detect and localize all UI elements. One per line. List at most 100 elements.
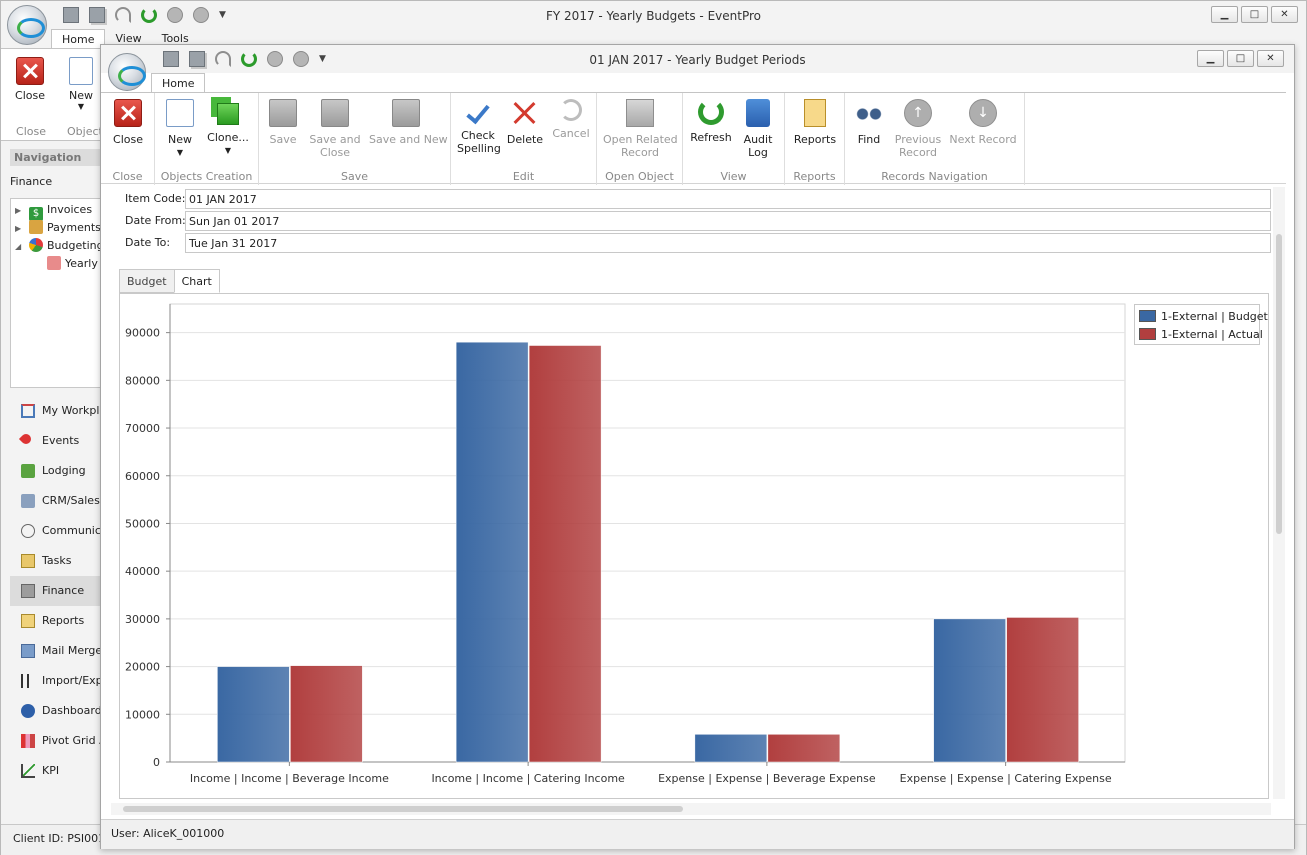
new-button[interactable]: New ▼: [163, 99, 197, 159]
nav-item-events[interactable]: Events: [10, 426, 101, 456]
navigation-header: Navigation: [10, 149, 101, 166]
legend-label-budget: 1-External | Budget: [1161, 310, 1268, 323]
chart-legend: 1-External | Budget 1-External | Actual: [1134, 304, 1268, 345]
tree-item-payments[interactable]: ▶ Payments: [15, 219, 100, 238]
legend-swatch-budget: [1139, 310, 1156, 322]
nav-item-dashboards[interactable]: Dashboards: [10, 696, 101, 726]
tab-home[interactable]: Home: [51, 29, 106, 49]
tab-chart[interactable]: Chart: [173, 269, 220, 293]
save-and-close-button[interactable]: Save and Close: [309, 99, 361, 159]
nav-item-pivot-grid[interactable]: Pivot Grid Analysis: [10, 726, 101, 756]
nav-item-import-export[interactable]: Import/Export: [10, 666, 101, 696]
tree-item-budgeting[interactable]: ◢ Budgeting: [15, 237, 100, 256]
collapse-arrow-icon[interactable]: ◢: [15, 238, 23, 256]
save-and-close-label-line2: Close: [320, 146, 350, 159]
previous-record-label-line1: Previous: [894, 133, 942, 146]
open-related-label-line2: Record: [620, 146, 659, 159]
refresh-button-label: Refresh: [690, 131, 732, 144]
horizontal-scroll-thumb[interactable]: [123, 806, 683, 812]
date-to-field[interactable]: Tue Jan 31 2017: [185, 233, 1271, 253]
legend-swatch-actual: [1139, 328, 1156, 340]
find-button[interactable]: Find: [853, 99, 885, 146]
tree-item-invoices[interactable]: ▶ $ Invoices: [15, 201, 93, 221]
nav-item-label: Reports: [42, 614, 85, 627]
tasks-icon: [21, 554, 35, 568]
child-titlebar: ▼ 01 JAN 2017 - Yearly Budget Periods ▁ …: [101, 45, 1294, 91]
nav-item-mail-merge[interactable]: Mail Merge: [10, 636, 101, 666]
refresh-button[interactable]: Refresh: [689, 99, 733, 144]
horizontal-scrollbar[interactable]: [111, 803, 1271, 815]
child-app-orb-icon[interactable]: [108, 53, 146, 91]
item-code-field[interactable]: 01 JAN 2017: [185, 189, 1271, 209]
delete-button[interactable]: Delete: [505, 99, 545, 146]
vertical-scrollbar[interactable]: [1273, 187, 1285, 799]
pie-chart-icon: [29, 238, 43, 252]
close-button[interactable]: Close: [111, 99, 145, 146]
bed-icon: [21, 464, 35, 478]
audit-log-icon: [746, 99, 770, 127]
audit-log-button[interactable]: Audit Log: [741, 99, 775, 159]
cancel-button-label: Cancel: [552, 127, 590, 140]
vertical-scroll-thumb[interactable]: [1276, 234, 1282, 534]
nav-item-crm-sales[interactable]: CRM/Sales: [10, 486, 101, 516]
y-tick-label: 30000: [125, 613, 160, 626]
date-from-field[interactable]: Sun Jan 01 2017: [185, 211, 1271, 231]
cancel-button[interactable]: Cancel: [551, 99, 591, 140]
check-spelling-label-line2: Spelling: [457, 142, 501, 155]
tab-budget[interactable]: Budget: [119, 269, 175, 293]
tree-item-yearly[interactable]: Yearly: [41, 255, 98, 273]
child-ribbon: Close Close New ▼ Clone... ▼ Objects Cre…: [101, 92, 1286, 185]
reports-button[interactable]: Reports: [793, 99, 837, 146]
next-record-button[interactable]: ↓ Next Record: [949, 99, 1017, 146]
app-menu-orb-icon[interactable]: [7, 5, 47, 45]
x-tick-label: Income | Income | Catering Income: [431, 772, 625, 785]
nav-item-tasks[interactable]: Tasks: [10, 546, 101, 576]
main-window-controls: ▁ □ ✕: [1211, 6, 1298, 23]
ribbon-group-edit: Check Spelling Delete Cancel Edit: [451, 93, 597, 185]
child-window-controls: ▁ □ ✕: [1197, 50, 1284, 67]
child-close-window-button[interactable]: ✕: [1257, 50, 1284, 67]
nav-item-communications[interactable]: Communications: [10, 516, 101, 546]
kpi-icon: [21, 764, 35, 778]
main-new-button[interactable]: New ▼: [65, 57, 97, 111]
child-minimize-button[interactable]: ▁: [1197, 50, 1224, 67]
cancel-undo-icon: [560, 99, 582, 121]
main-close-button[interactable]: Close: [13, 57, 47, 102]
group-label-view: View: [720, 170, 747, 183]
ribbon-group-objects-creation: New ▼ Clone... ▼ Objects Creation: [155, 93, 259, 185]
chevron-down-icon: ▼: [176, 148, 184, 157]
nav-item-label: Tasks: [42, 554, 72, 567]
clone-button[interactable]: Clone... ▼: [207, 99, 249, 157]
maximize-button[interactable]: □: [1241, 6, 1268, 23]
y-tick-label: 10000: [125, 708, 160, 721]
child-maximize-button[interactable]: □: [1227, 50, 1254, 67]
nav-item-finance[interactable]: Finance: [10, 576, 101, 606]
nav-item-kpi[interactable]: KPI: [10, 756, 101, 786]
child-tab-home[interactable]: Home: [151, 73, 206, 93]
bar-budget: [455, 341, 529, 763]
close-window-button[interactable]: ✕: [1271, 6, 1298, 23]
x-tick-label: Expense | Expense | Catering Expense: [900, 772, 1112, 785]
nav-item-reports[interactable]: Reports: [10, 606, 101, 636]
save-button[interactable]: Save: [267, 99, 299, 146]
nav-item-label: Dashboards: [42, 704, 101, 717]
save-and-close-label-line1: Save and: [309, 133, 361, 146]
y-tick-label: 20000: [125, 661, 160, 674]
tree-item-label: Invoices: [47, 203, 93, 216]
minimize-button[interactable]: ▁: [1211, 6, 1238, 23]
y-tick-label: 60000: [125, 470, 160, 483]
child-ribbon-tabs: Home: [151, 73, 206, 93]
spell-check-icon: [466, 99, 490, 125]
bar-actual: [1006, 617, 1079, 763]
legend-item-budget: 1-External | Budget: [1139, 309, 1268, 327]
nav-item-my-workplace[interactable]: My Workplace: [10, 396, 101, 426]
check-spelling-button[interactable]: Check Spelling: [457, 99, 501, 155]
expand-arrow-icon[interactable]: ▶: [15, 202, 23, 220]
open-related-record-button[interactable]: Open Related Record: [603, 99, 678, 159]
save-and-new-icon: [392, 99, 420, 127]
y-tick-label: 80000: [125, 374, 160, 387]
expand-arrow-icon[interactable]: ▶: [15, 220, 23, 238]
save-and-new-button[interactable]: Save and New: [369, 99, 448, 146]
previous-record-button[interactable]: ↑ Previous Record: [893, 99, 943, 159]
nav-item-lodging[interactable]: Lodging: [10, 456, 101, 486]
